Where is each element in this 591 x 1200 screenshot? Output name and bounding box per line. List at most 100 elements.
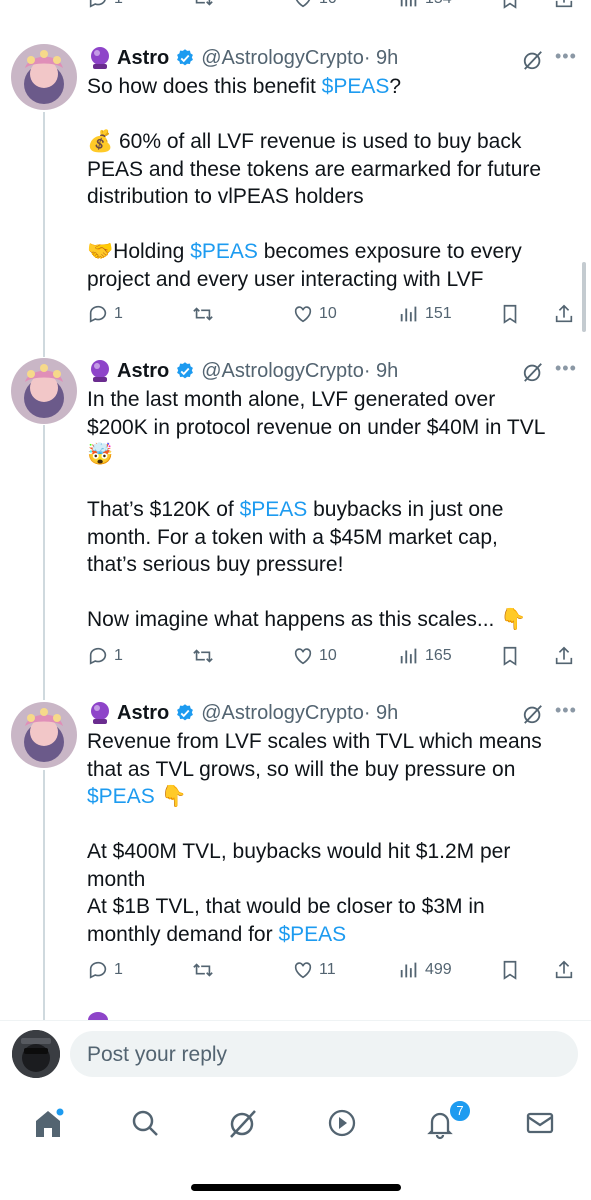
tab-messages[interactable]	[520, 1103, 560, 1143]
views-icon	[400, 0, 417, 7]
heart-icon	[294, 306, 312, 323]
share-icon	[555, 304, 573, 323]
verified-badge-icon	[177, 49, 194, 66]
reply-button[interactable]: 1	[87, 303, 123, 325]
text-segment: that’s serious buy pressure!	[87, 553, 344, 576]
views-button[interactable]: 499	[398, 959, 452, 981]
bookmark-button[interactable]	[499, 959, 526, 981]
avatar[interactable]	[11, 44, 77, 110]
text-segment: PEAS and these tokens are earmarked for …	[87, 157, 542, 181]
text-segment: At $1B TVL, that would be closer to $3M …	[87, 895, 485, 918]
notification-count: 7	[456, 1103, 464, 1118]
repost-button[interactable]	[192, 959, 219, 981]
more-options-icon[interactable]: •••	[555, 46, 577, 67]
reply-button[interactable]: 1	[87, 645, 123, 667]
like-button[interactable]: 10	[292, 645, 337, 667]
reply-count: 1	[114, 961, 123, 978]
heart-icon	[295, 0, 311, 8]
crystal-ball-icon	[91, 47, 109, 69]
user-avatar[interactable]	[12, 1030, 60, 1078]
tab-search[interactable]	[125, 1103, 165, 1143]
tab-notifications[interactable]: 7	[420, 1099, 472, 1143]
like-count: 10	[319, 0, 337, 8]
tweet-text-line: Revenue from LVF scales with TVL which m…	[87, 728, 572, 756]
author-handle[interactable]: @AstrologyCrypto	[201, 47, 364, 70]
like-button[interactable]: 10	[292, 303, 337, 325]
tab-grok[interactable]	[223, 1103, 263, 1143]
cashtag-link[interactable]: $PEAS	[240, 498, 308, 521]
reply-placeholder: Post your reply	[87, 1043, 228, 1066]
cashtag-link[interactable]: $PEAS	[87, 785, 155, 808]
share-button[interactable]	[553, 303, 580, 325]
tweet-text-line	[87, 811, 572, 839]
avatar[interactable]	[11, 702, 77, 768]
repost-icon	[193, 307, 213, 321]
tab-media[interactable]	[322, 1103, 362, 1143]
bookmark-button[interactable]	[499, 0, 526, 10]
grok-icon[interactable]	[522, 361, 544, 383]
text-segment: That’s $120K of	[87, 498, 240, 521]
avatar[interactable]	[11, 358, 77, 424]
cashtag-link[interactable]: $PEAS	[190, 240, 258, 263]
share-button[interactable]	[553, 0, 580, 10]
reply-input[interactable]: Post your reply	[70, 1031, 578, 1077]
views-button[interactable]: 151	[398, 303, 452, 325]
author-name[interactable]: Astro	[117, 47, 169, 70]
grok-icon	[230, 1110, 256, 1138]
repost-button[interactable]	[192, 0, 219, 10]
scrollbar[interactable]	[582, 262, 586, 332]
text-segment: becomes exposure to every	[257, 240, 522, 263]
tweet-time[interactable]: · 9h	[364, 47, 398, 70]
bookmark-button[interactable]	[499, 645, 526, 667]
thread-line	[43, 112, 45, 357]
bookmark-icon	[503, 304, 517, 324]
tweet-text: In the last month alone, LVF generated o…	[87, 386, 572, 634]
share-icon	[555, 646, 573, 665]
notification-badge: 7	[448, 1099, 472, 1123]
cashtag-link[interactable]: $PEAS	[322, 75, 390, 98]
author-name[interactable]: Astro	[117, 360, 169, 383]
reply-button[interactable]: 1	[87, 0, 123, 10]
author-name[interactable]: Astro	[117, 702, 169, 725]
text-segment: In the last month alone, LVF generated o…	[87, 388, 496, 411]
views-button[interactable]: 154	[398, 0, 452, 10]
views-icon	[400, 306, 417, 322]
views-icon	[400, 962, 417, 978]
play-icon	[328, 1109, 356, 1137]
tweet-text-line: that’s serious buy pressure!	[87, 551, 572, 579]
tweet-text-line: In the last month alone, LVF generated o…	[87, 386, 572, 414]
grok-icon[interactable]	[522, 49, 544, 71]
tweet-time[interactable]: · 9h	[364, 360, 398, 383]
tab-home[interactable]	[28, 1103, 68, 1143]
tweet-text-line: 🤝Holding $PEAS becomes exposure to every	[87, 238, 572, 266]
reply-button[interactable]: 1	[87, 959, 123, 981]
tweet-text: So how does this benefit $PEAS? 💰 60% of …	[87, 73, 572, 293]
tweet-text-line: So how does this benefit $PEAS?	[87, 73, 572, 101]
verified-badge-icon	[177, 362, 194, 379]
grok-icon[interactable]	[522, 703, 544, 725]
like-button[interactable]: 10	[292, 0, 337, 10]
share-button[interactable]	[553, 959, 580, 981]
author-handle[interactable]: @AstrologyCrypto	[201, 702, 364, 725]
like-count: 11	[319, 961, 336, 978]
tweet-actions: 1 10 151	[87, 303, 577, 327]
tweet-time[interactable]: · 9h	[364, 702, 398, 725]
repost-button[interactable]	[192, 645, 219, 667]
cashtag-link[interactable]: $PEAS	[278, 923, 346, 946]
author-handle[interactable]: @AstrologyCrypto	[201, 360, 364, 383]
repost-button[interactable]	[192, 303, 219, 325]
crystal-ball-icon	[91, 702, 109, 724]
views-count: 154	[425, 0, 452, 8]
bookmark-button[interactable]	[499, 303, 526, 325]
views-button[interactable]: 165	[398, 645, 452, 667]
like-button[interactable]: 11	[292, 959, 336, 981]
bookmark-icon	[503, 0, 517, 9]
like-count: 10	[319, 647, 337, 664]
tweet-text-line: $PEAS 👇	[87, 783, 572, 811]
views-icon	[400, 648, 417, 664]
share-button[interactable]	[553, 645, 580, 667]
more-options-icon[interactable]: •••	[555, 358, 577, 379]
tweet-text-line: 💰 60% of all LVF revenue is used to buy …	[87, 128, 572, 156]
more-options-icon[interactable]: •••	[555, 700, 577, 721]
bookmark-icon	[503, 960, 517, 980]
